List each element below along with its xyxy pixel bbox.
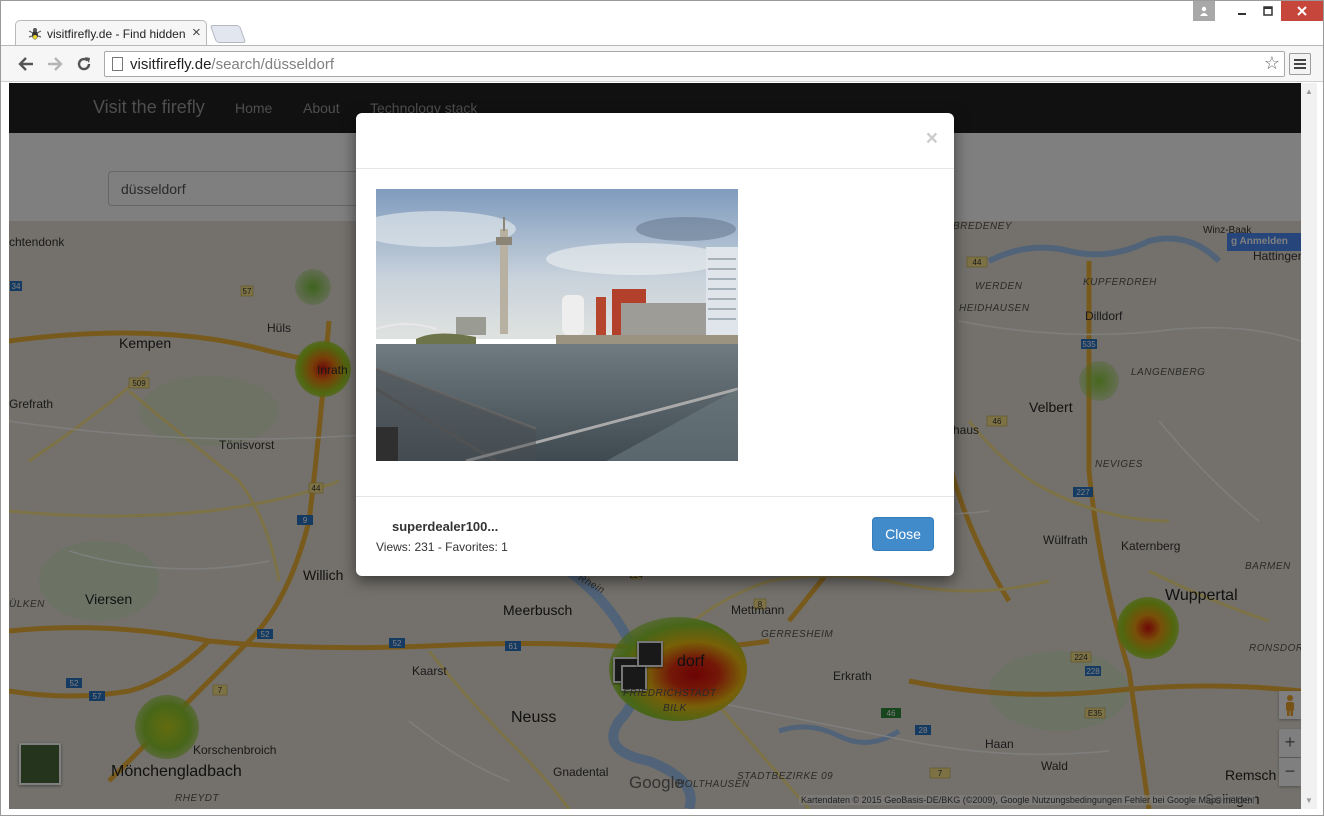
tab-title: visitfirefly.de - Find hidden (47, 27, 186, 41)
browser-window: visitfirefly.de - Find hidden × visitfir (0, 0, 1324, 816)
photo-stats: Views: 231 - Favorites: 1 (376, 540, 508, 554)
scroll-up-icon[interactable]: ▲ (1305, 87, 1313, 96)
page-icon (112, 57, 123, 71)
scrollbar[interactable]: ▲ ▼ (1301, 83, 1317, 809)
browser-toolbar: visitfirefly.de/search/düsseldorf ☆ (1, 45, 1323, 82)
new-tab-button[interactable] (209, 25, 247, 43)
maximize-icon[interactable] (1255, 1, 1281, 21)
page-viewport: Visit the firefly Home About Technology … (9, 83, 1301, 809)
reload-icon[interactable] (73, 53, 95, 75)
close-icon[interactable]: × (926, 127, 938, 151)
url-text: visitfirefly.de/search/düsseldorf (130, 56, 334, 73)
photo-owner[interactable]: superdealer100... (392, 519, 498, 534)
browser-tab[interactable]: visitfirefly.de - Find hidden × (15, 20, 207, 46)
window-close-icon[interactable] (1281, 1, 1323, 21)
firefly-favicon-icon (28, 28, 42, 40)
title-bar: visitfirefly.de - Find hidden × (1, 1, 1323, 46)
close-button[interactable]: Close (872, 517, 934, 551)
profile-icon[interactable] (1193, 1, 1215, 21)
back-icon[interactable] (15, 53, 37, 75)
modal-header: × (356, 113, 954, 169)
photo-image (376, 189, 738, 461)
modal-footer: superdealer100... Views: 231 - Favorites… (356, 496, 954, 576)
menu-icon[interactable] (1289, 53, 1311, 75)
scroll-down-icon[interactable]: ▼ (1305, 796, 1313, 805)
photo-modal: × superdealer100... Views: 231 - Favorit… (356, 113, 954, 576)
forward-icon[interactable] (44, 53, 66, 75)
tab-close-icon[interactable]: × (192, 24, 201, 41)
address-bar[interactable]: visitfirefly.de/search/düsseldorf ☆ (104, 51, 1285, 77)
minimize-icon[interactable] (1229, 1, 1255, 21)
bookmark-star-icon[interactable]: ☆ (1264, 53, 1280, 74)
